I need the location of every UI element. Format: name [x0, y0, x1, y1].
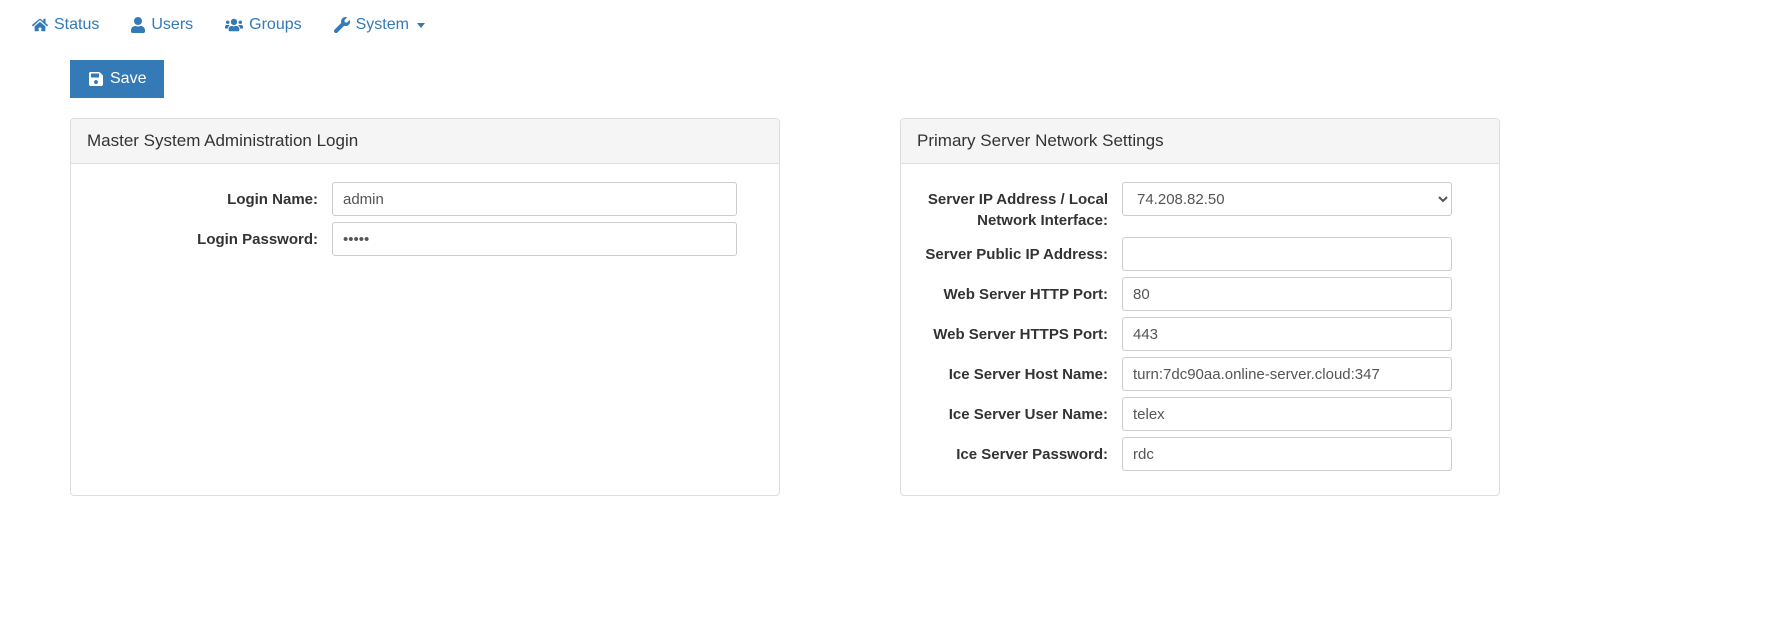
- nav-groups[interactable]: Groups: [213, 8, 313, 42]
- ice-pass-label: Ice Server Password:: [917, 437, 1122, 465]
- top-nav: Status Users Groups System: [0, 0, 1773, 50]
- ice-pass-input[interactable]: [1122, 437, 1452, 471]
- ice-user-input[interactable]: [1122, 397, 1452, 431]
- login-password-label: Login Password:: [87, 222, 332, 250]
- caret-down-icon: [417, 23, 425, 28]
- server-ip-label: Server IP Address / Local Network Interf…: [917, 182, 1122, 231]
- ice-host-label: Ice Server Host Name:: [917, 357, 1122, 385]
- save-button[interactable]: Save: [70, 60, 164, 98]
- http-port-input[interactable]: [1122, 277, 1452, 311]
- home-icon: [32, 17, 48, 33]
- server-ip-select[interactable]: 74.208.82.50: [1122, 182, 1452, 216]
- master-login-panel: Master System Administration Login Login…: [70, 118, 780, 496]
- http-port-label: Web Server HTTP Port:: [917, 277, 1122, 305]
- https-port-label: Web Server HTTPS Port:: [917, 317, 1122, 345]
- nav-status-label: Status: [54, 16, 99, 34]
- ice-user-label: Ice Server User Name:: [917, 397, 1122, 425]
- nav-system[interactable]: System: [322, 8, 437, 42]
- login-name-label: Login Name:: [87, 182, 332, 210]
- network-settings-panel: Primary Server Network Settings Server I…: [900, 118, 1500, 496]
- nav-system-label: System: [356, 16, 409, 34]
- user-icon: [131, 17, 145, 33]
- nav-users[interactable]: Users: [119, 8, 205, 42]
- wrench-icon: [334, 17, 350, 33]
- network-settings-title: Primary Server Network Settings: [901, 119, 1499, 164]
- users-icon: [225, 17, 243, 33]
- save-button-label: Save: [110, 70, 146, 88]
- save-icon: [88, 71, 104, 87]
- https-port-input[interactable]: [1122, 317, 1452, 351]
- ice-host-input[interactable]: [1122, 357, 1452, 391]
- public-ip-input[interactable]: [1122, 237, 1452, 271]
- login-password-input[interactable]: [332, 222, 737, 256]
- nav-status[interactable]: Status: [20, 8, 111, 42]
- nav-groups-label: Groups: [249, 16, 301, 34]
- login-name-input[interactable]: [332, 182, 737, 216]
- public-ip-label: Server Public IP Address:: [917, 237, 1122, 265]
- nav-users-label: Users: [151, 16, 193, 34]
- master-login-title: Master System Administration Login: [71, 119, 779, 164]
